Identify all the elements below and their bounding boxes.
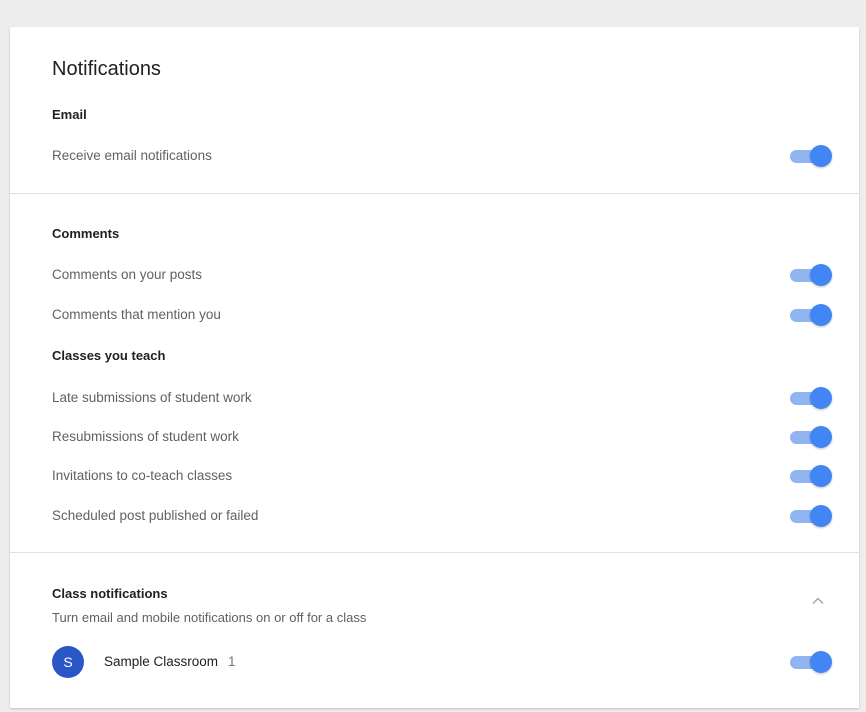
toggle-thumb [810,505,832,527]
setting-label-comments-mention: Comments that mention you [52,307,221,322]
divider [10,552,859,553]
toggle-late-submissions[interactable] [790,387,832,409]
setting-label-comments-on-posts: Comments on your posts [52,267,203,282]
section-heading-comments: Comments [52,226,120,241]
section-heading-email: Email [52,107,87,122]
toggle-co-teach-invitations[interactable] [790,465,832,487]
toggle-scheduled-post[interactable] [790,505,832,527]
divider [10,193,859,194]
setting-label-scheduled-post: Scheduled post published or failed [52,508,259,523]
class-name: Sample Classroom [104,654,219,669]
toggle-thumb [810,304,832,326]
section-heading-classes-you-teach: Classes you teach [52,348,166,363]
chevron-up-icon[interactable] [810,593,826,609]
setting-label-late-submissions: Late submissions of student work [52,390,252,405]
toggle-resubmissions[interactable] [790,426,832,448]
toggle-thumb [810,387,832,409]
page-title: Notifications [52,58,161,80]
notifications-card: Notifications Email Receive email notifi… [10,27,859,708]
toggle-comments-mention[interactable] [790,304,832,326]
toggle-thumb [810,465,832,487]
section-heading-class-notifications: Class notifications [52,586,168,601]
setting-label-receive-email: Receive email notifications [52,148,212,163]
toggle-thumb [810,426,832,448]
class-notification-count: 1 [228,654,236,669]
toggle-thumb [810,264,832,286]
toggle-receive-email[interactable] [790,145,832,167]
class-avatar: S [52,646,84,678]
setting-label-co-teach-invitations: Invitations to co-teach classes [52,468,233,483]
setting-label-resubmissions: Resubmissions of student work [52,429,239,444]
toggle-thumb [810,651,832,673]
toggle-thumb [810,145,832,167]
toggle-comments-on-posts[interactable] [790,264,832,286]
toggle-class-sample-classroom[interactable] [790,651,832,673]
class-notifications-subtitle: Turn email and mobile notifications on o… [52,610,367,625]
